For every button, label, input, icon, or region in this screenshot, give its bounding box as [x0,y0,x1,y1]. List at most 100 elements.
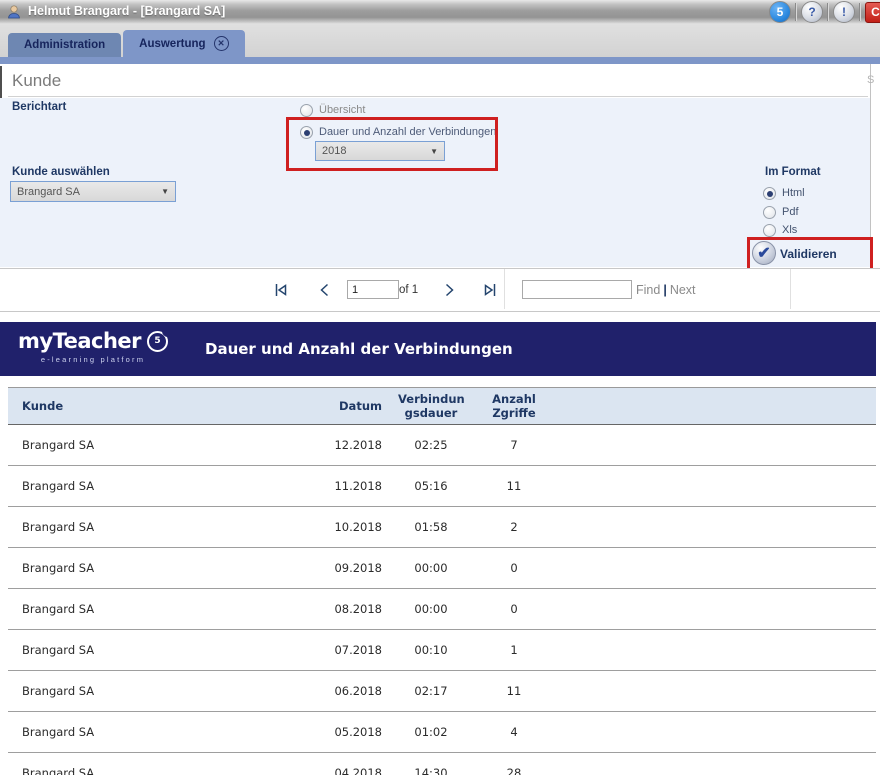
kunde-dropdown-value: Brangard SA [17,186,80,198]
icon-separator [859,3,861,21]
find-link[interactable]: Find [636,283,660,297]
window-title: Helmut Brangard - [Brangard SA] [28,4,225,18]
cell-zugriffe: 28 [474,766,554,775]
help-icon[interactable]: ? [801,1,823,23]
logo-subtitle: e-learning platform [18,355,168,364]
cell-dauer: 14:30 [388,766,474,775]
cell-kunde: Brangard SA [8,602,320,616]
previous-page-icon[interactable] [316,281,334,299]
icon-separator [827,3,829,21]
radio-pdf[interactable] [763,206,776,219]
cell-datum: 04.2018 [320,766,388,775]
cell-kunde: Brangard SA [8,438,320,452]
info-icon[interactable]: ! [833,1,855,23]
radio-uebersicht[interactable] [300,104,313,117]
table-row: Brangard SA 07.2018 00:10 1 [8,630,876,671]
report-search-input[interactable] [522,280,632,299]
cell-dauer: 02:25 [388,438,474,452]
report-title: Dauer und Anzahl der Verbindungen [205,340,513,358]
radio-html-label[interactable]: Html [782,187,805,199]
find-next-separator: | [660,283,670,297]
heading-divider [8,96,868,97]
toolbar-separator [790,269,791,309]
logout-icon[interactable]: C [865,2,880,23]
next-link[interactable]: Next [670,283,696,297]
chevron-down-icon: ▼ [161,187,169,196]
close-tab-icon[interactable]: ✕ [214,36,229,51]
cell-datum: 05.2018 [320,725,388,739]
notification-count-badge[interactable]: 5 [769,1,791,23]
report-banner: myTeacher 5 e-learning platform Dauer un… [0,322,876,376]
myteacher-logo: myTeacher 5 e-learning platform [18,329,168,364]
cell-kunde: Brangard SA [8,684,320,698]
radio-xls[interactable] [763,224,776,237]
tab-auswertung[interactable]: Auswertung ✕ [123,30,244,57]
cell-datum: 12.2018 [320,438,388,452]
last-page-icon[interactable] [481,281,499,299]
cell-dauer: 02:17 [388,684,474,698]
table-row: Brangard SA 09.2018 00:00 0 [8,548,876,589]
table-row: Brangard SA 10.2018 01:58 2 [8,507,876,548]
cell-datum: 07.2018 [320,643,388,657]
cell-zugriffe: 1 [474,643,554,657]
cell-dauer: 00:10 [388,643,474,657]
column-header-anzahl-zugriffe: Anzahl Zgriffe [474,392,554,420]
cell-kunde: Brangard SA [8,520,320,534]
page-number-input[interactable] [347,280,399,299]
cell-datum: 09.2018 [320,561,388,575]
cell-datum: 11.2018 [320,479,388,493]
tab-label: Administration [24,39,105,51]
table-row: Brangard SA 05.2018 01:02 4 [8,712,876,753]
berichtart-label: Berichtart [12,101,66,113]
toolbar-separator [504,269,505,309]
cell-kunde: Brangard SA [8,561,320,575]
cell-dauer: 01:02 [388,725,474,739]
cell-zugriffe: 11 [474,479,554,493]
cell-zugriffe: 0 [474,561,554,575]
radio-html[interactable] [763,187,776,200]
cell-zugriffe: 4 [474,725,554,739]
cell-kunde: Brangard SA [8,643,320,657]
cell-dauer: 05:16 [388,479,474,493]
cell-dauer: 00:00 [388,602,474,616]
cell-kunde: Brangard SA [8,766,320,775]
radio-xls-label[interactable]: Xls [782,224,797,236]
table-header-row: Kunde Datum Verbindun gsdauer Anzahl Zgr… [8,387,876,425]
cell-datum: 06.2018 [320,684,388,698]
cell-zugriffe: 2 [474,520,554,534]
active-tab-strip [0,57,880,64]
cell-datum: 08.2018 [320,602,388,616]
radio-uebersicht-label[interactable]: Übersicht [319,104,365,116]
table-row: Brangard SA 04.2018 14:30 28 [8,753,876,775]
kunde-auswaehlen-label: Kunde auswählen [12,166,110,178]
tab-label: Auswertung [139,38,205,50]
user-icon [6,4,22,20]
cell-zugriffe: 0 [474,602,554,616]
kunde-dropdown[interactable]: Brangard SA ▼ [10,181,176,202]
logo-text: myTeacher [18,329,141,353]
im-format-label: Im Format [765,166,821,178]
title-bar: Helmut Brangard - [Brangard SA] 5 ? ! C [0,0,880,25]
page-title: Kunde [12,71,61,91]
find-next-links: Find|Next [636,283,696,297]
column-header-datum: Datum [320,399,388,413]
clipped-text-fragment: S [867,74,874,86]
cell-kunde: Brangard SA [8,725,320,739]
next-page-icon[interactable] [440,281,458,299]
titlebar-icons: 5 ? ! C [769,1,880,23]
annotation-box-report-type [286,117,498,171]
logo-badge-icon: 5 [147,331,168,352]
cell-datum: 10.2018 [320,520,388,534]
first-page-icon[interactable] [272,281,290,299]
table-row: Brangard SA 06.2018 02:17 11 [8,671,876,712]
radio-pdf-label[interactable]: Pdf [782,206,799,218]
cell-dauer: 01:58 [388,520,474,534]
cell-zugriffe: 11 [474,684,554,698]
table-row: Brangard SA 08.2018 00:00 0 [8,589,876,630]
cell-kunde: Brangard SA [8,479,320,493]
column-header-verbindungsdauer: Verbindun gsdauer [388,390,474,423]
application-window: Helmut Brangard - [Brangard SA] 5 ? ! C … [0,0,880,775]
cell-zugriffe: 7 [474,438,554,452]
column-header-kunde: Kunde [8,399,320,413]
tab-administration[interactable]: Administration [8,33,121,57]
